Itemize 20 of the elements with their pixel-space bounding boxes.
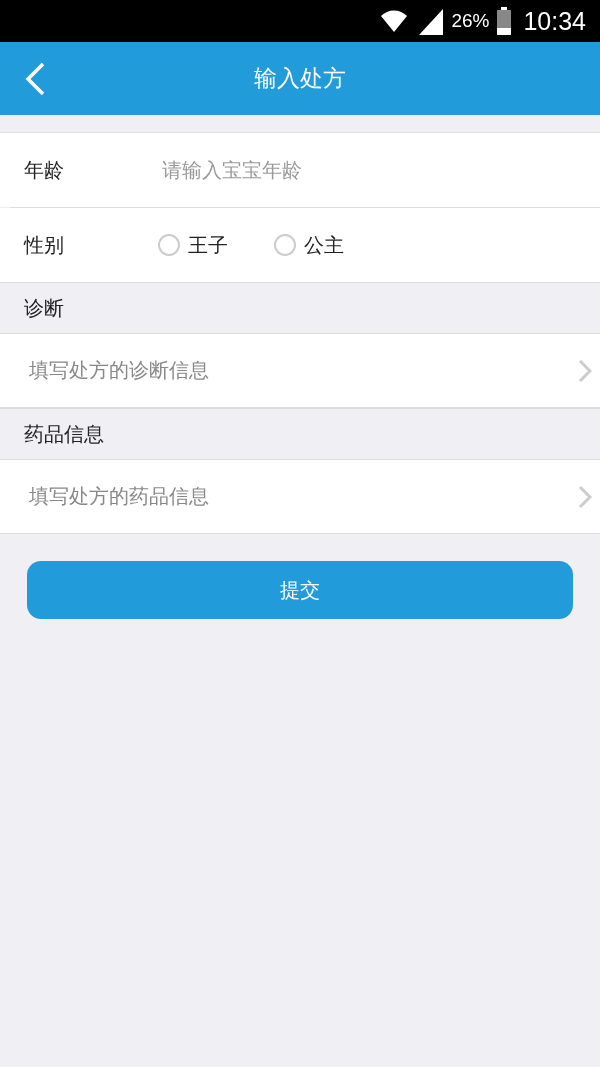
battery-icon (497, 7, 512, 35)
field-label: 性别 (24, 231, 65, 259)
field-label: 年龄 (24, 156, 65, 184)
signal-icon (417, 7, 444, 35)
list-item[interactable]: 填写处方的药品信息 (0, 460, 600, 534)
section-header: 诊断 (24, 294, 64, 322)
list-item[interactable]: 填写处方的诊断信息 (0, 334, 600, 408)
chevron-right-icon (578, 484, 592, 509)
radio-button[interactable] (274, 234, 296, 256)
submit-button[interactable]: 提交 (27, 561, 573, 619)
battery-percent: 26% (451, 10, 490, 32)
clock: 10:34 (523, 6, 586, 36)
radio-label[interactable]: 公主 (304, 231, 344, 259)
radio-label[interactable]: 王子 (188, 231, 228, 259)
section-header: 药品信息 (24, 420, 104, 448)
back-icon[interactable] (24, 62, 46, 96)
radio-button[interactable] (158, 234, 180, 256)
age-field[interactable]: 请输入宝宝年龄 (162, 158, 462, 182)
chevron-right-icon (578, 358, 592, 383)
page-title: 输入处方 (254, 64, 346, 93)
